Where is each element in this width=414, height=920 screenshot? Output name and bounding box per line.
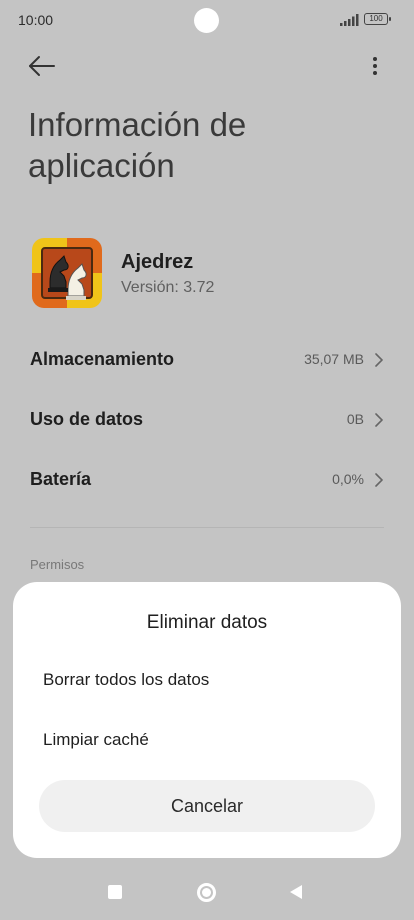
status-bar: 10:00 100 bbox=[0, 0, 414, 40]
battery-row[interactable]: Batería 0,0% bbox=[0, 451, 414, 511]
storage-label: Almacenamiento bbox=[30, 349, 175, 369]
camera-cutout bbox=[194, 8, 219, 33]
back-arrow-icon[interactable] bbox=[26, 52, 58, 80]
clear-all-data-label: Borrar todos los datos bbox=[43, 670, 210, 689]
page-title-line-2: aplicación bbox=[28, 147, 175, 184]
clear-all-data-option[interactable]: Borrar todos los datos bbox=[13, 656, 401, 708]
page-title-line-1: Información de bbox=[28, 106, 247, 143]
section-divider bbox=[30, 527, 384, 528]
battery-level: 100 bbox=[369, 14, 383, 23]
status-time: 10:00 bbox=[18, 12, 54, 28]
chess-app-icon bbox=[32, 238, 102, 308]
chevron-right-icon bbox=[375, 473, 383, 487]
app-info-screen: 10:00 100 Información de aplicación Ajed… bbox=[0, 0, 414, 920]
clear-cache-label: Limpiar caché bbox=[43, 730, 149, 749]
data-usage-row[interactable]: Uso de datos 0B bbox=[0, 391, 414, 451]
clear-data-sheet: Eliminar datos Borrar todos los datos Li… bbox=[13, 582, 401, 858]
back-triangle-icon[interactable] bbox=[289, 884, 303, 900]
recent-apps-icon[interactable] bbox=[108, 885, 122, 899]
data-usage-label: Uso de datos bbox=[30, 409, 144, 429]
battery-icon: 100 bbox=[364, 13, 391, 25]
battery-value: 0,0% bbox=[332, 471, 364, 487]
signal-icon bbox=[340, 14, 359, 26]
app-name: Ajedrez bbox=[121, 251, 194, 273]
cancel-button[interactable]: Cancelar bbox=[39, 780, 375, 832]
permissions-section-label: Permisos bbox=[30, 557, 85, 572]
battery-label: Batería bbox=[30, 469, 92, 489]
page-title: Información de aplicación bbox=[28, 104, 358, 186]
chevron-right-icon bbox=[375, 413, 383, 427]
chevron-right-icon bbox=[375, 353, 383, 367]
app-version: Versión: 3.72 bbox=[121, 279, 215, 296]
home-icon[interactable] bbox=[197, 883, 216, 902]
data-usage-value: 0B bbox=[346, 411, 364, 427]
more-options-icon[interactable] bbox=[362, 52, 388, 80]
clear-cache-option[interactable]: Limpiar caché bbox=[13, 716, 401, 768]
storage-value: 35,07 MB bbox=[304, 351, 364, 367]
sheet-title: Eliminar datos bbox=[146, 612, 268, 633]
storage-row[interactable]: Almacenamiento 35,07 MB bbox=[0, 331, 414, 391]
